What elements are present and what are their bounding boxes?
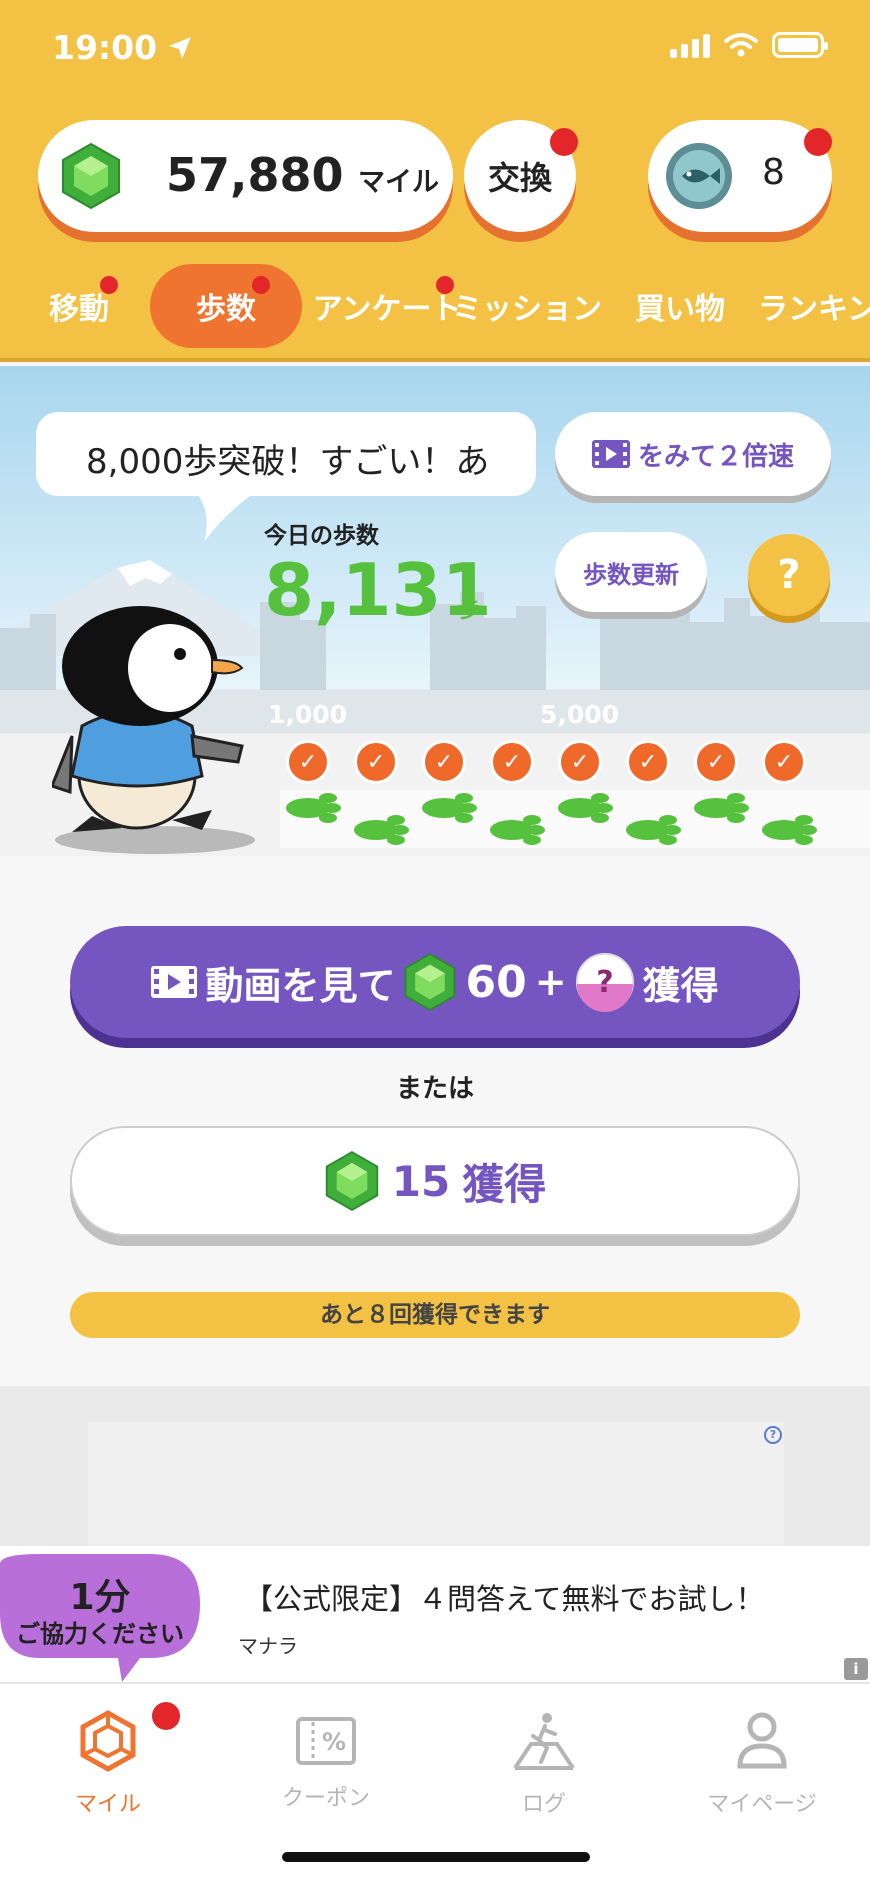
today-steps-label: 今日の歩数 [264,523,379,549]
ad-badge-title: 1分 [69,1577,131,1618]
tab-move[interactable]: 移動 [34,264,124,348]
nav-label: ログ [521,1792,566,1817]
speech-bubble-text: 8,000歩突破！すごい！あ [86,442,490,482]
video-icon [591,440,630,468]
nav-label: マイページ [707,1792,817,1817]
reward-suffix: 獲得 [462,1159,547,1209]
video-icon [151,966,198,998]
notification-dot [804,128,832,156]
nav-log[interactable]: ログ [444,1710,644,1818]
coupon-icon: % [296,1717,356,1765]
signal-icon [670,32,710,58]
status-time-text: 19:00 [52,28,158,67]
ad-title: 【公式限定】４問答えて無料でお試し！ [244,1582,765,1616]
tab-label: ミッション [452,292,602,327]
gem-icon [62,142,120,210]
category-tabs: 移動 歩数 アンケート ミッション 買い物 ランキング [0,256,870,352]
miles-icon [80,1710,136,1772]
notification-dot [100,276,118,294]
step-track [280,790,870,848]
checkpoint-check-icon: ✓ [626,740,670,784]
status-icons [670,32,828,58]
nav-miles[interactable]: マイル [8,1702,208,1818]
remaining-claims-text: あと８回獲得できます [320,1302,550,1328]
battery-icon [772,32,828,58]
speech-bubble-tail [196,492,256,542]
update-steps-label: 歩数更新 [583,560,679,589]
tab-shopping[interactable]: 買い物 [628,264,732,348]
checkpoint-check-icon: ✓ [286,740,330,784]
tab-steps[interactable]: 歩数 [150,264,302,348]
ad-info-icon[interactable]: i [844,1658,868,1680]
gem-icon [405,953,456,1011]
video-reward-amount: 60 [465,956,527,1008]
help-button[interactable]: ? [748,534,830,616]
miles-value: 57,880 [166,148,344,202]
checkpoint-check-icon: ✓ [762,740,806,784]
header: 19:00 57,880 マイル 交換 8 移動 歩数 アンケート ミッション … [0,0,870,362]
checkpoint-check-icon: ✓ [490,740,534,784]
mystery-capsule-icon: ? [575,953,634,1012]
nav-coupon[interactable]: % クーポン [226,1710,426,1812]
fish-coin-icon [666,143,732,209]
tab-survey[interactable]: アンケート [308,264,466,348]
watch-video-text: 動画を見て [205,963,396,1008]
ad-area: ? [0,1386,870,1546]
watch-video-2x-button[interactable]: をみて２倍速 [555,412,831,496]
person-icon [737,1712,787,1769]
ad-help-icon[interactable]: ? [764,1426,782,1444]
help-icon: ? [777,552,801,598]
steps-scene: 8,000歩突破！すごい！あ をみて２倍速 今日の歩数 8,131 歩 歩数更新… [0,366,870,856]
ad-brand: マナラ [238,1634,298,1658]
or-label: または [395,1074,474,1104]
checkpoint-check-icon: ✓ [422,740,466,784]
checkpoint-check-icon: ✓ [354,740,398,784]
nav-label: クーポン [281,1786,370,1811]
nav-mypage[interactable]: マイページ [662,1710,862,1818]
tab-label: ランキング [758,292,870,327]
ad-slot[interactable] [88,1422,784,1546]
svg-text:%: % [322,1728,346,1756]
log-icon [513,1713,575,1770]
remaining-claims-badge: あと８回獲得できます [70,1292,800,1338]
checkpoint-check-icon: ✓ [558,740,602,784]
watch-video-reward-button[interactable]: 動画を見て 60 + ? 獲得 [70,926,800,1038]
update-steps-button[interactable]: 歩数更新 [555,532,707,612]
location-arrow-icon [169,36,191,59]
notification-dot [252,276,270,294]
tab-label: 買い物 [635,292,725,327]
tab-label: 移動 [49,292,109,327]
status-time: 19:00 [52,28,193,67]
notification-dot [152,1702,180,1730]
video-reward-suffix: 獲得 [642,963,719,1008]
checkpoint-check-icon: ✓ [694,740,738,784]
steps-unit: 歩 [458,598,481,623]
gem-icon [325,1151,378,1211]
plus-sign: + [534,960,567,1004]
claim-reward-button[interactable]: 15 獲得 [70,1126,800,1236]
milestone-label: 5,000 [540,700,620,729]
ad-banner[interactable]: 1分 ご協力ください 【公式限定】４問答えて無料でお試し！ マナラ i [0,1546,870,1682]
tab-mission[interactable]: ミッション [452,264,602,348]
home-indicator [282,1852,590,1862]
speech-bubble: 8,000歩突破！すごい！あ [36,412,536,496]
coin-balance[interactable]: 8 [648,120,832,232]
miles-balance[interactable]: 57,880 マイル [38,120,453,232]
nav-label: マイル [74,1792,141,1817]
wifi-icon [724,33,758,57]
notification-dot [550,128,578,156]
svg-text:?: ? [596,965,613,1000]
miles-unit: マイル [358,167,439,198]
reward-amount: 15 [391,1156,451,1206]
coin-count: 8 [762,152,785,193]
tab-label: 歩数 [196,292,256,327]
ad-badge: 1分 ご協力ください [0,1554,200,1682]
exchange-label: 交換 [487,159,552,197]
ad-badge-subtitle: ご協力ください [16,1620,184,1648]
tab-ranking[interactable]: ランキング [758,264,870,348]
watch-video-2x-label: をみて２倍速 [637,441,794,472]
penguin-mascot-illustration [52,606,244,832]
exchange-button[interactable]: 交換 [464,120,578,232]
milestone-label: 1,000 [268,700,348,729]
